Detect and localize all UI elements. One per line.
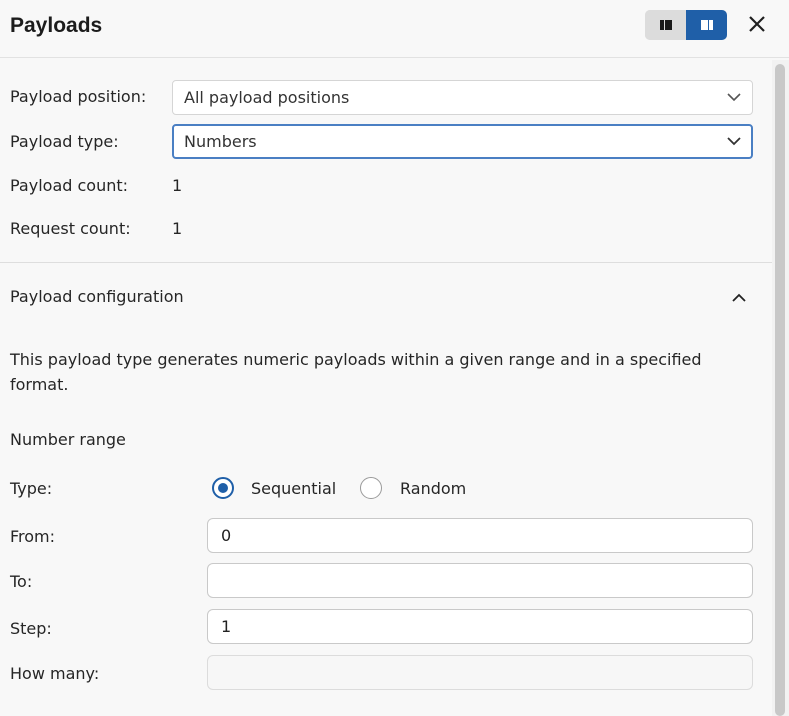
to-label: To:: [10, 572, 33, 591]
payload-configuration-title: Payload configuration: [10, 287, 184, 306]
payload-type-value: Numbers: [184, 132, 257, 151]
payloads-content: Payload position: All payload positions …: [0, 58, 772, 716]
close-icon: [749, 16, 765, 32]
chevron-down-icon: [727, 137, 741, 146]
chevron-down-icon: [727, 93, 741, 102]
payload-count-value: 1: [172, 176, 183, 195]
number-range-heading: Number range: [10, 430, 126, 449]
request-count-label: Request count:: [10, 219, 131, 238]
radio-random[interactable]: [360, 477, 382, 499]
payload-type-select[interactable]: Numbers: [172, 124, 753, 159]
type-label: Type:: [10, 479, 53, 498]
panel-title: Payloads: [10, 14, 103, 37]
from-input-value: 0: [221, 526, 232, 545]
chevron-up-icon: [732, 293, 746, 302]
step-input-value: 1: [221, 617, 232, 636]
payload-count-label: Payload count:: [10, 176, 129, 195]
payload-position-select[interactable]: All payload positions: [172, 80, 753, 115]
how-many-input: [207, 655, 753, 690]
layout-split-button[interactable]: [686, 10, 727, 40]
payload-position-label: Payload position:: [10, 87, 147, 106]
to-input[interactable]: [207, 563, 753, 598]
radio-sequential[interactable]: [212, 477, 234, 499]
from-label: From:: [10, 527, 56, 546]
step-input[interactable]: 1: [207, 609, 753, 644]
radio-sequential-label[interactable]: Sequential: [251, 479, 336, 498]
payload-type-description: This payload type generates numeric payl…: [10, 350, 702, 394]
step-label: Step:: [10, 619, 52, 638]
from-input[interactable]: 0: [207, 518, 753, 553]
section-divider: [0, 262, 772, 263]
layout-compact-icon: [659, 20, 672, 30]
radio-random-label[interactable]: Random: [400, 479, 466, 498]
request-count-value: 1: [172, 219, 183, 238]
layout-toggle-group: [645, 10, 727, 40]
how-many-label: How many:: [10, 664, 100, 683]
collapse-section-button[interactable]: [726, 286, 752, 310]
payload-position-value: All payload positions: [184, 88, 350, 107]
panel-header: Payloads: [0, 0, 789, 58]
close-button[interactable]: [742, 9, 772, 39]
layout-split-icon: [700, 20, 713, 30]
layout-compact-button[interactable]: [645, 10, 686, 40]
scrollbar-thumb[interactable]: [775, 64, 785, 716]
payload-type-label: Payload type:: [10, 132, 119, 151]
